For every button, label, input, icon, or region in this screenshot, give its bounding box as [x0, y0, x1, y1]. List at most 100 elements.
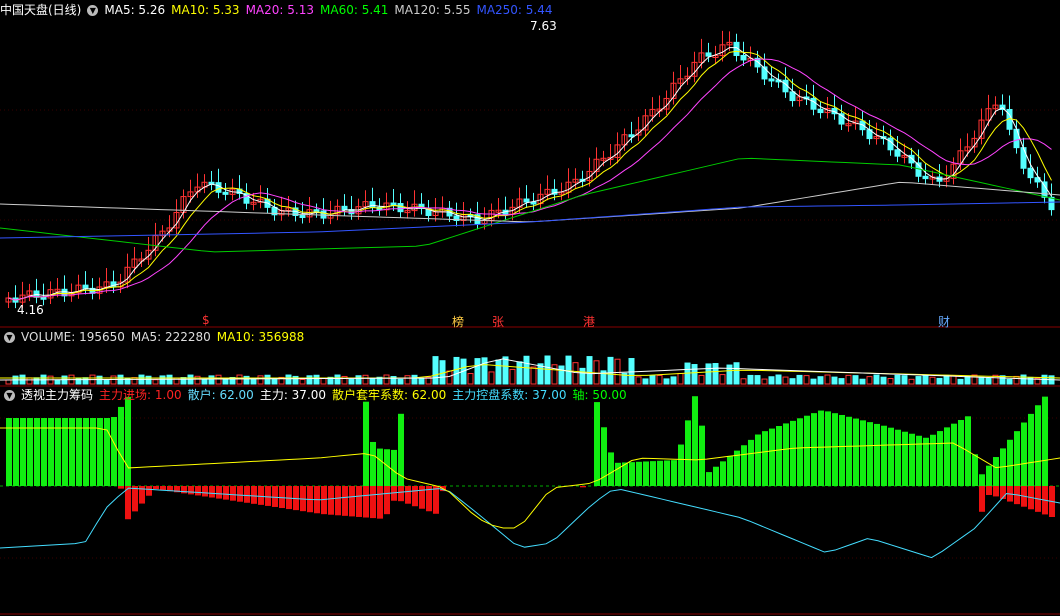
- red-bar: [272, 486, 278, 507]
- candle-body: [1027, 167, 1034, 179]
- green-bar: [902, 431, 908, 486]
- chevron-down-icon[interactable]: ▼: [4, 331, 15, 343]
- green-bar: [867, 422, 873, 486]
- green-bar: [1042, 396, 1048, 486]
- volume-bar: [845, 374, 852, 385]
- candle-body: [1020, 147, 1027, 169]
- volume-bar: [96, 375, 103, 385]
- volume-bar: [796, 374, 803, 385]
- volume-bar: [859, 378, 866, 385]
- ma-legend-item-1: MA10: 5.33: [171, 3, 240, 17]
- volume-bar: [922, 374, 929, 385]
- volume-bar: [789, 378, 796, 385]
- green-bar: [685, 420, 691, 486]
- green-bar: [888, 427, 894, 486]
- red-bar: [209, 486, 215, 498]
- volume-bar: [936, 377, 943, 385]
- green-bar: [692, 396, 698, 486]
- volume-bar: [712, 363, 719, 385]
- candle-body: [369, 201, 376, 208]
- green-bar: [846, 416, 852, 486]
- volume-bar: [481, 357, 488, 385]
- green-bar: [860, 420, 866, 486]
- red-bar: [342, 486, 348, 516]
- red-bar: [433, 486, 439, 514]
- volume-bar: [614, 358, 621, 385]
- green-bar: [657, 460, 663, 486]
- volume-bar: [474, 358, 481, 385]
- volume-bar: [754, 375, 761, 385]
- volume-bar: [544, 355, 551, 385]
- candle-body: [215, 182, 222, 193]
- volume-bar: [1013, 375, 1020, 385]
- green-bar: [783, 423, 789, 486]
- green-bar: [118, 406, 124, 486]
- red-bar: [223, 486, 229, 500]
- candle-body: [768, 78, 775, 82]
- red-bar: [419, 486, 425, 509]
- volume-bar: [663, 378, 670, 385]
- volume-bar: [873, 374, 880, 385]
- volume-bar: [152, 379, 159, 385]
- volume-bar: [768, 376, 775, 385]
- indicator-chart[interactable]: [0, 388, 1060, 616]
- ind-legend-item-0: 主力进场: 1.00: [99, 388, 182, 402]
- red-bar: [125, 486, 131, 520]
- volume-bar: [915, 376, 922, 385]
- green-bar: [615, 462, 621, 486]
- price-chart[interactable]: [0, 0, 1060, 330]
- candle-body: [705, 52, 712, 57]
- ma-line-1: [8, 50, 1052, 301]
- candle-body: [341, 205, 348, 211]
- volume-bar: [565, 355, 572, 385]
- volume-bar: [103, 379, 110, 385]
- chevron-down-icon[interactable]: ▼: [87, 4, 99, 16]
- red-bar: [286, 486, 292, 510]
- green-bar: [664, 460, 670, 486]
- volume-bar: [649, 375, 656, 385]
- event-marker-3[interactable]: 港: [583, 313, 595, 330]
- volume-bar: [705, 363, 712, 385]
- volume-bar: [516, 361, 523, 385]
- green-bar: [755, 434, 761, 486]
- price-legend: 中国天盘(日线) ▼ MA5: 5.26 MA10: 5.33 MA20: 5.13…: [0, 1, 559, 19]
- vol-ma5-line: [0, 358, 1060, 381]
- candle-body: [740, 54, 747, 61]
- volume-bar: [215, 374, 222, 385]
- ind-legend-item-2: 主力: 37.00: [259, 388, 327, 402]
- volume-bar: [810, 378, 817, 385]
- green-bar: [1035, 405, 1041, 486]
- event-marker-0[interactable]: $: [202, 313, 210, 327]
- green-bar: [951, 423, 957, 486]
- chevron-down-icon[interactable]: ▼: [4, 389, 15, 401]
- volume-bar: [159, 375, 166, 385]
- volume-bar: [950, 375, 957, 385]
- ind-legend-item-5: 轴: 50.00: [572, 388, 627, 402]
- volume-bar: [495, 359, 502, 385]
- event-marker-4[interactable]: 财: [938, 313, 950, 330]
- red-bar: [251, 486, 257, 504]
- green-bar: [608, 452, 614, 486]
- green-bar: [104, 418, 110, 486]
- event-marker-1[interactable]: 榜: [452, 313, 464, 330]
- red-bar: [279, 486, 285, 509]
- green-bar: [727, 455, 733, 486]
- event-marker-2[interactable]: 张: [492, 313, 504, 330]
- volume-bar: [208, 375, 215, 385]
- indicator-legend: ▼ 透视主力筹码 主力进场: 1.00 散户: 62.00 主力: 37.00 散户套…: [0, 386, 633, 404]
- volume-bar: [82, 377, 89, 385]
- ma-line-0: [8, 47, 1052, 301]
- volume-bar: [740, 378, 747, 385]
- red-bar: [405, 486, 411, 504]
- green-bar: [895, 429, 901, 486]
- ind-legend-item-1: 散户: 62.00: [187, 388, 254, 402]
- volume-bar: [180, 377, 187, 385]
- red-bar: [195, 486, 201, 496]
- volume-bar: [383, 374, 390, 385]
- green-bar: [706, 472, 712, 486]
- red-bar: [265, 486, 271, 506]
- price-high-label: 7.63: [530, 19, 557, 33]
- volume-bar: [719, 374, 726, 385]
- volume-bar: [264, 374, 271, 385]
- volume-bar: [803, 375, 810, 385]
